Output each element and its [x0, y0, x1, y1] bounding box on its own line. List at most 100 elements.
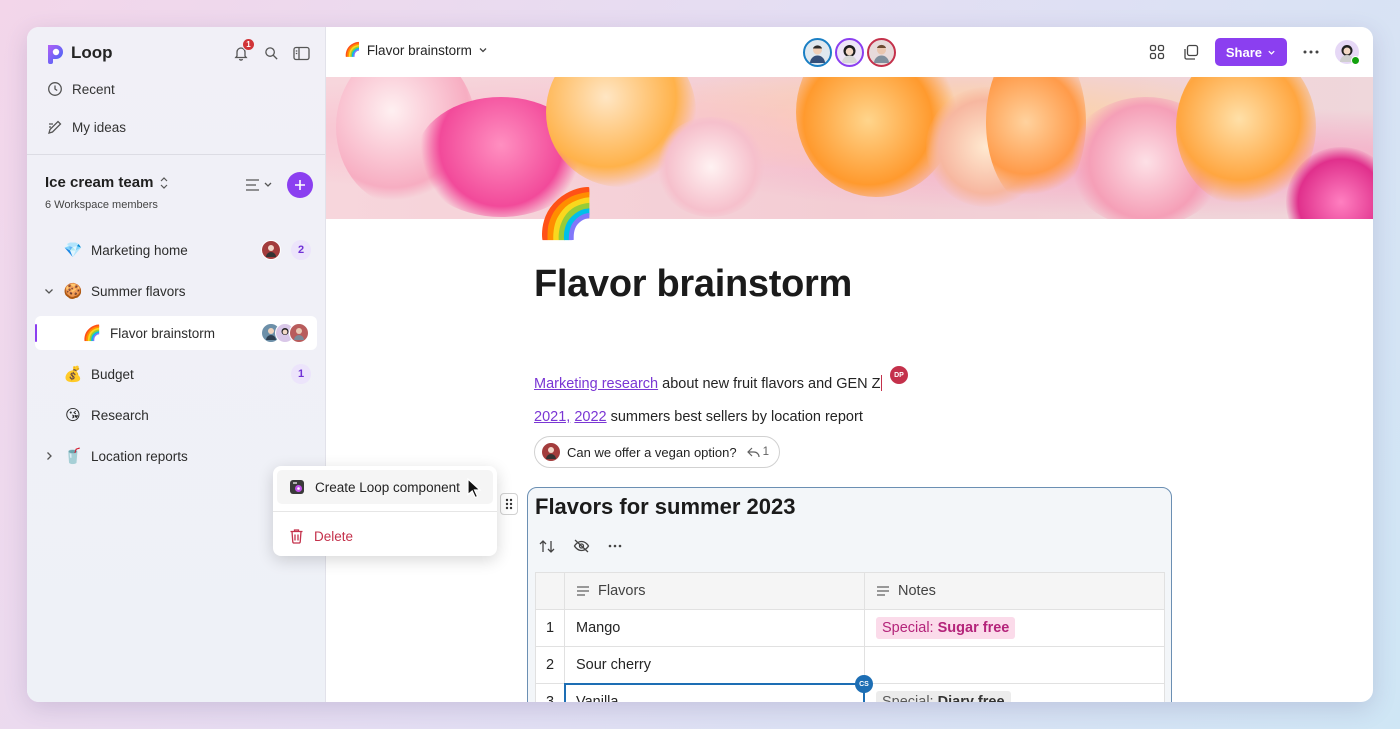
column-header-flavors[interactable]: Flavors: [564, 572, 865, 610]
note-prefix: Special:: [882, 620, 934, 636]
apps-grid-icon: [1149, 44, 1165, 60]
share-button[interactable]: Share: [1214, 38, 1287, 66]
sort-button[interactable]: [537, 536, 557, 556]
text-column-icon: [577, 586, 589, 596]
notes-cell[interactable]: Special: Diary free: [864, 683, 1165, 702]
clock-icon: [48, 82, 62, 96]
sidebar-item-label: Flavor brainstorm: [110, 325, 216, 341]
column-header-notes[interactable]: Notes: [864, 572, 1165, 610]
collapse-sidebar-button[interactable]: [291, 43, 311, 63]
note-prefix: Special:: [882, 694, 934, 702]
sidebar-item-budget[interactable]: 💰 Budget 1: [35, 357, 317, 391]
year-2021-link[interactable]: 2021,: [534, 409, 570, 425]
sidebar-link-label: Recent: [72, 81, 115, 97]
table-more-button[interactable]: [605, 536, 625, 556]
create-loop-component-menu-item[interactable]: Create Loop component: [277, 470, 493, 504]
more-options-button[interactable]: [1301, 42, 1321, 62]
flavor-cell[interactable]: Mango: [564, 609, 865, 647]
notifications-button[interactable]: 1: [231, 38, 255, 63]
unread-count-badge: 1: [291, 364, 311, 384]
flavor-cell[interactable]: Sour cherry: [564, 646, 865, 684]
rainbow-emoji-icon: 🌈: [344, 42, 361, 57]
loop-table-component[interactable]: Flavors for summer 2023 Flavors Notes 1 …: [527, 487, 1172, 702]
flavor-cell-selected[interactable]: Vanilla: [564, 683, 866, 702]
page-name: Flavor brainstorm: [366, 42, 472, 58]
copy-component-button[interactable]: [1181, 42, 1201, 62]
collaborator-cursor-tag: DP: [890, 366, 908, 384]
table-row: 1 Mango Special: Sugar free: [535, 609, 1165, 647]
app-name: Loop: [71, 43, 113, 62]
collaborator-avatars: [261, 323, 309, 343]
diamond-emoji-icon: 💎: [63, 242, 83, 259]
drag-handle[interactable]: [500, 493, 518, 515]
flavors-table: Flavors Notes 1 Mango Special: Sugar fre…: [535, 572, 1165, 702]
collaborator-avatar[interactable]: [867, 38, 896, 67]
comment-text: Can we offer a vegan option?: [567, 444, 737, 460]
chevron-down-icon: [479, 48, 487, 53]
components-button[interactable]: [1147, 42, 1167, 62]
money-bag-emoji-icon: 💰: [63, 366, 83, 383]
sidebar-item-label: Budget: [91, 366, 134, 382]
notes-cell[interactable]: [864, 646, 1165, 684]
context-menu: Create Loop component Delete: [273, 466, 497, 556]
sidebar-item-flavor-brainstorm[interactable]: 🌈 Flavor brainstorm: [35, 316, 317, 350]
app-window: Loop 1 Recent My ideas Ice cream team 6 …: [27, 27, 1373, 702]
year-2022-link[interactable]: 2022: [574, 409, 606, 425]
comment-thread[interactable]: Can we offer a vegan option? 1: [534, 436, 781, 468]
page-breadcrumb[interactable]: 🌈 Flavor brainstorm: [344, 42, 488, 58]
delete-menu-item[interactable]: Delete: [277, 519, 493, 553]
sort-icon: [539, 539, 554, 553]
note-value: Diary free: [937, 694, 1005, 702]
avatar: [289, 323, 309, 343]
sort-arrows-icon: [160, 176, 168, 189]
plus-icon: [295, 180, 305, 190]
table-title[interactable]: Flavors for summer 2023: [535, 494, 795, 520]
ideas-icon: [48, 120, 62, 134]
view-options-button[interactable]: [243, 175, 275, 195]
add-page-button[interactable]: [287, 172, 313, 198]
sidebar-item-label: Marketing home: [91, 242, 188, 258]
document: 🌈 Flavor brainstorm Marketing research a…: [326, 191, 1373, 702]
collaborator-avatar[interactable]: [803, 38, 832, 67]
paragraph-text: about new fruit flavors and GEN Z: [658, 376, 881, 392]
paragraph-text: summers best sellers by location report: [606, 409, 863, 425]
note-chip: Special: Diary free: [876, 691, 1011, 702]
search-button[interactable]: [261, 43, 281, 63]
hide-columns-button[interactable]: [571, 536, 591, 556]
panel-icon: [292, 46, 310, 60]
note-value: Sugar free: [937, 620, 1010, 636]
column-header-label: Flavors: [598, 583, 646, 599]
chevron-down-icon[interactable]: [43, 285, 55, 297]
sidebar-item-research[interactable]: 😘 Research: [35, 398, 317, 432]
sidebar-divider: [27, 154, 325, 155]
row-number: 2: [535, 646, 565, 684]
row-number: 3: [535, 683, 565, 702]
current-user-avatar[interactable]: [1335, 40, 1360, 65]
reply-count[interactable]: 1: [746, 446, 769, 458]
sidebar-link-recent[interactable]: Recent: [47, 81, 115, 97]
collaborator-caret: [880, 375, 883, 391]
chevron-right-icon[interactable]: [43, 450, 55, 462]
workspace-switcher[interactable]: Ice cream team: [45, 174, 169, 191]
sidebar-item-marketing-home[interactable]: 💎 Marketing home 2: [35, 233, 317, 267]
unread-count-badge: 2: [291, 240, 311, 260]
text-column-icon: [877, 586, 889, 596]
copy-icon: [1184, 44, 1199, 60]
sidebar-link-my-ideas[interactable]: My ideas: [47, 119, 126, 135]
row-number-header: [535, 572, 565, 610]
page-title[interactable]: Flavor brainstorm: [534, 263, 852, 306]
list-view-icon: [246, 179, 272, 191]
paragraph-report[interactable]: 2021, 2022 summers best sellers by locat…: [534, 409, 863, 425]
top-bar: 🌈 Flavor brainstorm Share: [326, 27, 1373, 77]
sidebar-item-summer-flavors[interactable]: 🍪 Summer flavors: [35, 274, 317, 308]
collaborator-avatar[interactable]: [835, 38, 864, 67]
notes-cell[interactable]: Special: Sugar free: [864, 609, 1165, 647]
marketing-research-link[interactable]: Marketing research: [534, 376, 658, 392]
table-row: 3 Vanilla Special: Diary free: [535, 683, 1165, 702]
collaborator-cursor-tag: CS: [855, 675, 873, 693]
search-icon: [264, 46, 278, 60]
eye-off-icon: [573, 539, 589, 553]
paragraph-marketing[interactable]: Marketing research about new fruit flavo…: [534, 375, 883, 392]
page-emoji-icon[interactable]: 🌈: [536, 191, 596, 239]
app-logo[interactable]: Loop: [45, 42, 113, 64]
